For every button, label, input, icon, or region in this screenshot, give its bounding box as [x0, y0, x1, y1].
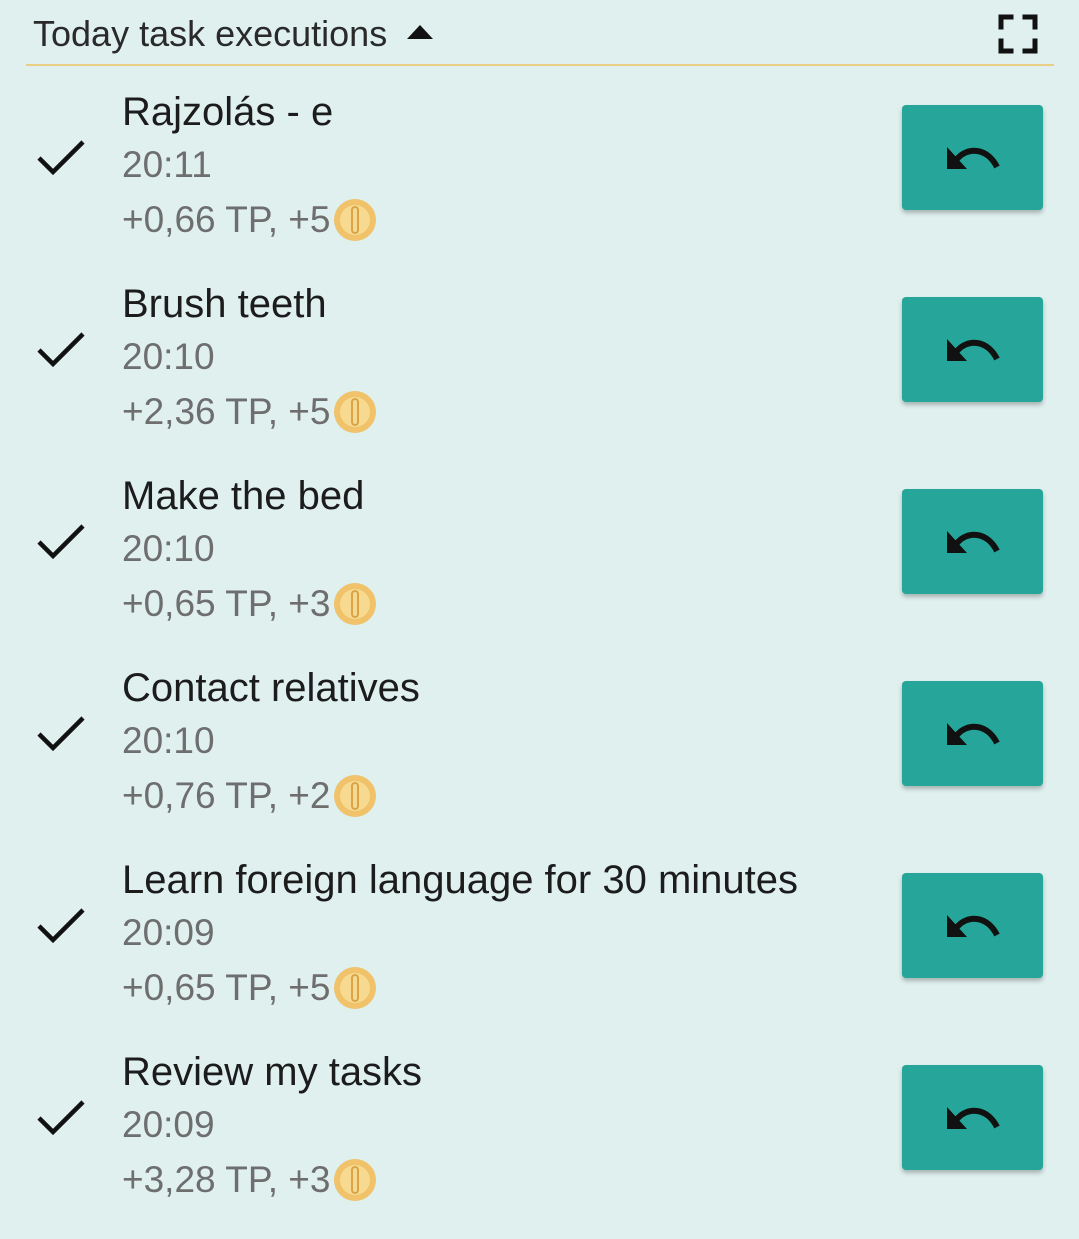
panel-title: Today task executions [33, 13, 388, 54]
reward-text: +0,66 TP, +5 [122, 199, 331, 240]
reward-text: +2,36 TP, +5 [122, 391, 331, 432]
check-icon [37, 524, 85, 560]
task-time: 20:09 [122, 912, 215, 953]
task-name: Review my tasks [122, 1050, 423, 1094]
undo-icon [946, 338, 1000, 361]
task-name: Learn foreign language for 30 minutes [122, 858, 799, 902]
task-execution-row: Contact relatives 20:10 +0,76 TP, +2 [0, 664, 1079, 856]
task-execution-row: Learn foreign language for 30 minutes 20… [0, 856, 1079, 1048]
task-time: 20:10 [122, 720, 215, 761]
coin-icon [333, 1159, 376, 1201]
task-reward: +0,76 TP, +2 [122, 774, 377, 818]
task-name: Make the bed [122, 474, 365, 518]
undo-button[interactable] [902, 489, 1043, 594]
task-execution-row: Make the bed 20:10 +0,65 TP, +3 [0, 472, 1079, 664]
coin-icon [333, 391, 376, 433]
task-time: 20:09 [122, 1104, 215, 1145]
reward-text: +3,28 TP, +3 [122, 1159, 331, 1200]
task-reward: +3,28 TP, +3 [122, 1158, 377, 1202]
task-reward: +0,65 TP, +5 [122, 966, 377, 1010]
coin-icon [333, 967, 376, 1009]
task-reward: +0,65 TP, +3 [122, 582, 377, 626]
undo-button[interactable] [902, 297, 1043, 402]
task-time: 20:10 [122, 528, 215, 569]
undo-icon [946, 722, 1000, 745]
task-name: Brush teeth [122, 282, 327, 326]
task-reward: +0,66 TP, +5 [122, 198, 377, 242]
task-time: 20:10 [122, 336, 215, 377]
undo-button[interactable] [902, 873, 1043, 978]
task-reward: +2,36 TP, +5 [122, 390, 377, 434]
coin-icon [333, 775, 376, 817]
undo-button[interactable] [902, 105, 1043, 210]
coin-icon [333, 199, 376, 241]
reward-text: +0,76 TP, +2 [122, 775, 331, 816]
caret-up-icon [407, 25, 434, 39]
task-execution-row: Review my tasks 20:09 +3,28 TP, +3 [0, 1048, 1079, 1239]
task-execution-row: Brush teeth 20:10 +2,36 TP, +5 [0, 280, 1079, 472]
check-icon [37, 140, 85, 176]
task-time: 20:11 [122, 144, 212, 185]
task-execution-row: Rajzolás - e 20:11 +0,66 TP, +5 [0, 88, 1079, 280]
task-name: Contact relatives [122, 666, 420, 710]
undo-button[interactable] [902, 1065, 1043, 1170]
task-executions-panel: Today task executions Rajzolás - e 20:11… [0, 0, 1079, 1239]
check-icon [37, 908, 85, 944]
check-icon [37, 716, 85, 752]
panel-header: Today task executions [26, 0, 1054, 66]
fullscreen-icon[interactable] [998, 14, 1038, 54]
undo-icon [946, 914, 1000, 937]
check-icon [37, 1100, 85, 1136]
reward-text: +0,65 TP, +3 [122, 583, 331, 624]
undo-button[interactable] [902, 681, 1043, 786]
undo-icon [946, 1106, 1000, 1129]
reward-text: +0,65 TP, +5 [122, 967, 331, 1008]
undo-icon [946, 146, 1000, 169]
task-name: Rajzolás - e [122, 90, 334, 134]
check-icon [37, 332, 85, 368]
collapse-toggle[interactable]: Today task executions [33, 12, 434, 56]
coin-icon [333, 583, 376, 625]
undo-icon [946, 530, 1000, 553]
